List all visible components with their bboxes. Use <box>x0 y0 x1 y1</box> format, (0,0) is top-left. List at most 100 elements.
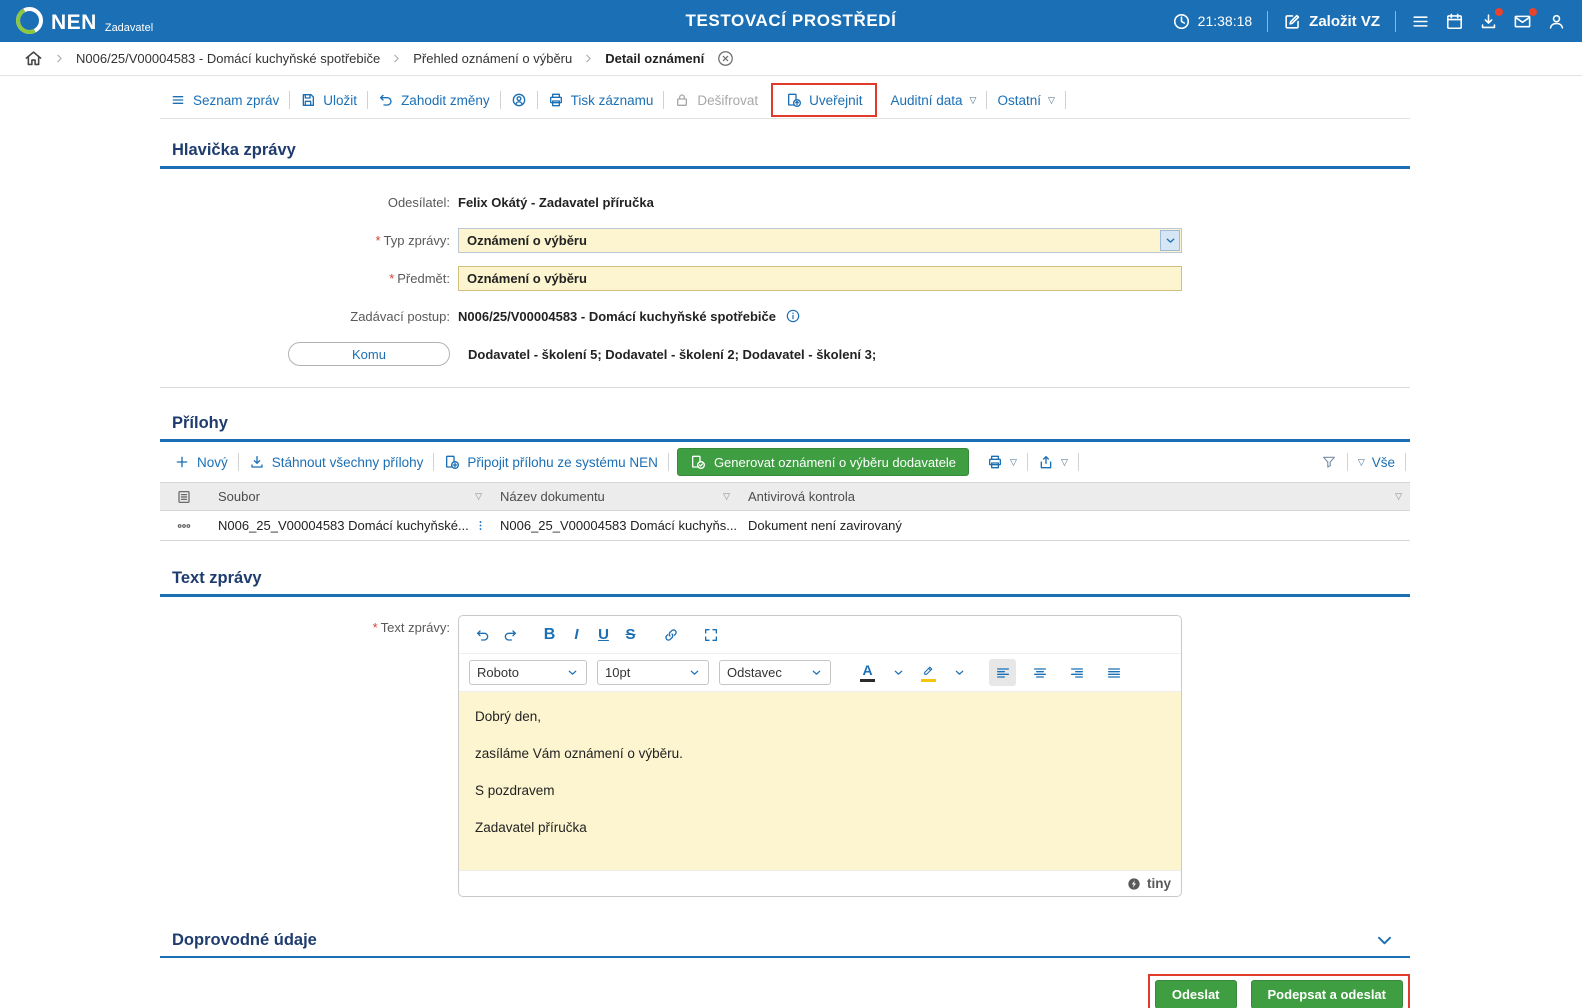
attach-from-nen-button[interactable]: Připojit přílohu ze systému NEN <box>434 454 668 470</box>
recipients-value: Dodavatel - školení 5; Dodavatel - škole… <box>468 346 877 362</box>
header-cell-antivirus[interactable]: Antivirová kontrola ▽ <box>738 483 1410 510</box>
attachments-toolbar: Nový Stáhnout všechny přílohy Připojit p… <box>160 442 1410 482</box>
header-cell-type[interactable] <box>160 483 208 510</box>
generate-notice-button[interactable]: Generovat oznámení o výběru dodavatele <box>676 448 970 476</box>
text-color-dropdown[interactable] <box>891 659 905 686</box>
top-bar: NEN Zadavatel TESTOVACÍ PROSTŘEDÍ 21:38:… <box>0 0 1582 42</box>
drag-handle-icon[interactable] <box>474 519 487 532</box>
message-type-dropdown-button[interactable] <box>1160 229 1180 251</box>
home-button[interactable] <box>24 49 43 68</box>
printer-icon <box>549 93 562 107</box>
other-actions-button[interactable]: Ostatní ▽ <box>987 93 1064 108</box>
form-row-sender: Odesílatel: Felix Okátý - Zadavatel přír… <box>160 183 1410 221</box>
brand[interactable]: NEN Zadavatel <box>16 7 153 35</box>
row-menu-dots-icon[interactable] <box>176 518 192 534</box>
align-right-button[interactable] <box>1063 659 1090 686</box>
export-attachment-button[interactable]: ▽ <box>1028 454 1078 470</box>
header-cell-nazev[interactable]: Název dokumentu ▽ <box>490 483 738 510</box>
column-filter-icon[interactable]: ▽ <box>1395 492 1402 501</box>
other-actions-label: Ostatní <box>997 92 1041 108</box>
chevron-down-icon <box>892 666 905 679</box>
message-type-label: * Typ zprávy: <box>375 232 450 248</box>
align-center-button[interactable] <box>1026 659 1053 686</box>
record-toolbar: Seznam zpráv Uložit Zahodit změny Tisk z… <box>160 82 1410 119</box>
attachments-table: Soubor ▽ Název dokumentu ▽ Antivirová ko… <box>160 482 1410 541</box>
breadcrumb-item-procedure[interactable]: N006/25/V00004583 - Domácí kuchyňské spo… <box>76 51 380 66</box>
send-button[interactable]: Odeslat <box>1154 980 1237 1008</box>
top-actions: 21:38:18 Založit VZ <box>1172 7 1566 32</box>
highlight-color-dropdown[interactable] <box>952 659 966 686</box>
create-vz-button[interactable]: Založit VZ <box>1283 12 1380 31</box>
header-cell-soubor[interactable]: Soubor ▽ <box>208 483 490 510</box>
view-all-filter-button[interactable]: ▽ Vše <box>1348 455 1405 470</box>
sign-and-send-button[interactable]: Podepsat a odeslat <box>1250 980 1403 1008</box>
save-button[interactable]: Uložit <box>290 92 367 108</box>
new-attachment-button[interactable]: Nový <box>164 454 238 470</box>
main-menu-button[interactable] <box>1411 12 1430 31</box>
breadcrumb: N006/25/V00004583 - Domácí kuchyňské spo… <box>0 42 1582 76</box>
print-record-button[interactable]: Tisk záznamu <box>538 92 664 108</box>
messages-button[interactable] <box>1513 7 1537 31</box>
discard-changes-button[interactable]: Zahodit změny <box>368 92 500 108</box>
message-list-button[interactable]: Seznam zpráv <box>160 92 289 108</box>
decrypt-button: Dešifrovat <box>664 92 768 108</box>
subject-input[interactable] <box>459 270 1181 286</box>
sender-label: Odesílatel: <box>387 194 450 210</box>
align-left-button[interactable] <box>989 659 1016 686</box>
cell-nazev[interactable]: N006_25_V00004583 Domácí kuchyňs... <box>490 511 738 540</box>
redo-button[interactable] <box>496 621 523 648</box>
download-all-button[interactable]: Stáhnout všechny přílohy <box>239 454 434 470</box>
row-menu-cell[interactable] <box>160 511 208 540</box>
save-label: Uložit <box>323 92 358 108</box>
expand-section-button[interactable] <box>1375 931 1394 950</box>
message-type-input[interactable] <box>459 232 1160 248</box>
breadcrumb-item-overview[interactable]: Přehled oznámení o výběru <box>413 51 572 66</box>
column-filter-icon[interactable]: ▽ <box>723 492 730 501</box>
calendar-button[interactable] <box>1445 12 1464 31</box>
user-message-button[interactable] <box>501 92 537 108</box>
audit-data-button[interactable]: Auditní data ▽ <box>880 93 986 108</box>
column-filter-icon[interactable]: ▽ <box>475 492 482 501</box>
font-family-value: Roboto <box>477 665 519 680</box>
session-clock: 21:38:18 <box>1172 12 1252 31</box>
cell-soubor[interactable]: N006_25_V00004583 Domácí kuchyňské... <box>208 511 490 540</box>
dropdown-triangle-icon: ▽ <box>1047 94 1055 105</box>
divider <box>667 453 669 471</box>
downloads-button[interactable] <box>1479 7 1503 31</box>
undo-icon <box>380 94 392 106</box>
divider <box>1267 10 1269 32</box>
recipients-button[interactable]: Komu <box>288 342 450 366</box>
home-icon <box>25 51 42 66</box>
insert-link-button[interactable] <box>657 621 684 648</box>
filter-button[interactable] <box>1311 454 1347 470</box>
print-record-label: Tisk záznamu <box>570 92 654 108</box>
message-type-field <box>458 227 1182 253</box>
accompanying-header[interactable]: Doprovodné údaje <box>160 931 1410 950</box>
align-justify-button[interactable] <box>1100 659 1127 686</box>
text-color-button[interactable]: A <box>854 659 881 686</box>
publish-button[interactable]: Uveřejnit <box>776 92 872 108</box>
close-detail-button[interactable] <box>716 49 735 68</box>
info-icon[interactable] <box>785 308 801 324</box>
print-attachment-button[interactable]: ▽ <box>977 454 1027 470</box>
strikethrough-button[interactable]: S <box>617 621 644 648</box>
bold-button[interactable]: B <box>536 621 563 648</box>
section-title: Text zprávy <box>172 569 262 587</box>
font-family-select[interactable]: Roboto <box>469 660 587 685</box>
user-profile-button[interactable] <box>1547 12 1566 31</box>
divider <box>1395 10 1396 32</box>
italic-button[interactable]: I <box>563 621 590 648</box>
block-format-select[interactable]: Odstavec <box>719 660 831 685</box>
underline-button[interactable]: U <box>590 621 617 648</box>
editor-paragraph: zasíláme Vám oznámení o výběru. <box>475 746 683 761</box>
fullscreen-button[interactable] <box>697 621 724 648</box>
font-size-select[interactable]: 10pt <box>597 660 709 685</box>
undo-button[interactable] <box>469 621 496 648</box>
attachment-row[interactable]: N006_25_V00004583 Domácí kuchyňské... N0… <box>160 511 1410 541</box>
highlight-color-button[interactable] <box>915 659 942 686</box>
save-icon <box>302 94 315 106</box>
section-title: Přílohy <box>172 414 228 432</box>
brand-name: NEN <box>51 11 97 34</box>
editor-content[interactable]: Dobrý den, zasíláme Vám oznámení o výběr… <box>459 692 1181 870</box>
text-color-icon: A <box>860 663 875 682</box>
